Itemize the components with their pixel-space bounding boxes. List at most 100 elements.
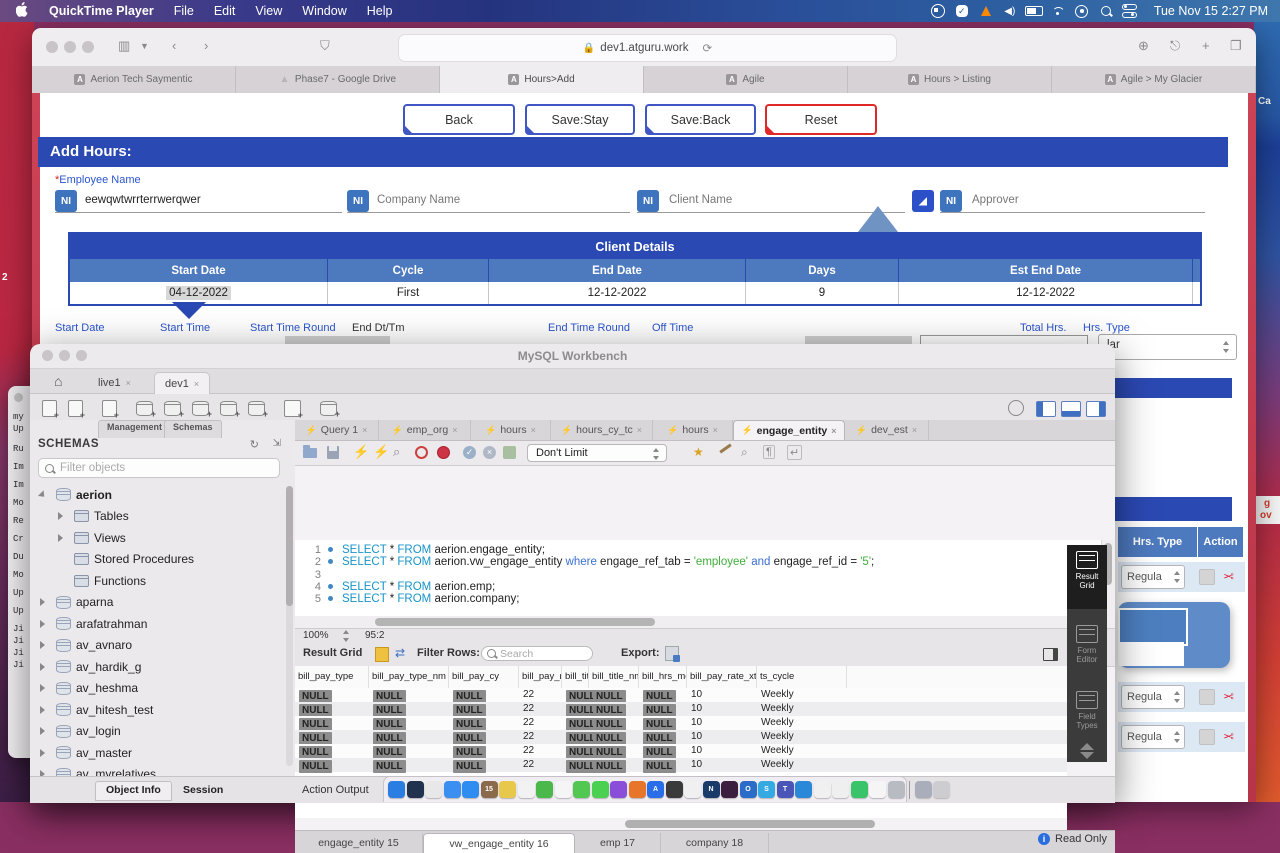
grid-hscrollbar[interactable]	[295, 818, 1067, 830]
panel-toggle-icon[interactable]	[1043, 648, 1058, 661]
dock-icon-photos[interactable]	[555, 781, 572, 798]
browser-tab-1[interactable]: AAerion Tech Saymentic	[32, 66, 236, 93]
chevron-closed-icon[interactable]	[40, 684, 45, 692]
sidebar-scrollbar-thumb[interactable]	[286, 486, 293, 606]
dock-icon-vlc[interactable]	[832, 781, 849, 798]
rollback-icon[interactable]: ×	[483, 446, 496, 459]
connection-tab-live1[interactable]: live1×	[88, 372, 141, 393]
close-icon[interactable]: ×	[194, 379, 199, 389]
chevron-closed-icon[interactable]	[40, 641, 45, 649]
side-tool-result-grid[interactable]: ResultGrid	[1067, 545, 1107, 609]
dock-icon-facetime[interactable]	[592, 781, 609, 798]
dock-icon-messages[interactable]	[573, 781, 590, 798]
result-tab-vw_engage_entity-16[interactable]: vw_engage_entity 16	[423, 833, 575, 853]
approver-dropdown-button[interactable]: ◢	[912, 190, 934, 212]
tab-session[interactable]: Session	[172, 781, 234, 801]
stop-on-error-icon[interactable]	[437, 446, 450, 459]
employee-input[interactable]: eewqwtwrrterrwerqwer	[85, 194, 201, 206]
dock-icon-trash[interactable]	[933, 781, 950, 798]
reload-icon[interactable]: ⟳	[703, 41, 713, 55]
chevron-closed-icon[interactable]	[58, 512, 63, 520]
grid-search-input[interactable]: Search	[481, 646, 593, 661]
save-stay-button[interactable]: Save:Stay	[525, 104, 635, 135]
schema-tree-item-av-heshma[interactable]: av_heshma	[30, 678, 280, 700]
query-tab-emp_org[interactable]: ⚡emp_org×	[379, 420, 471, 440]
result-tab-engage_entity-15[interactable]: engage_entity 15	[295, 833, 423, 853]
dock-icon-mail[interactable]	[462, 781, 479, 798]
create-function-icon[interactable]	[248, 401, 265, 416]
dock-icon-reminders[interactable]	[518, 781, 535, 798]
dock-icon-arc-browser[interactable]	[407, 781, 424, 798]
delete-scissors-icon[interactable]: ✂	[1223, 689, 1234, 705]
apple-menu[interactable]	[0, 2, 39, 20]
tab-overview-icon[interactable]: ❐	[1230, 38, 1242, 54]
chevron-down-icon[interactable]	[1080, 752, 1094, 759]
invisible-chars-icon[interactable]: ¶	[763, 445, 775, 459]
create-procedure-icon[interactable]	[220, 401, 237, 416]
dock-icon-safari[interactable]	[444, 781, 461, 798]
back-icon[interactable]: ‹	[172, 38, 176, 53]
grid-column-bill_pay_rate[interactable]: bill_pay_rate	[519, 666, 562, 688]
create-view-icon[interactable]	[192, 401, 209, 416]
control-center-icon[interactable]	[1118, 4, 1142, 18]
url-bar[interactable]: 🔒 dev1.atguru.work ⟳	[398, 34, 897, 62]
schema-tree-item-stored-procedures[interactable]: Stored Procedures	[30, 549, 280, 571]
download-icon[interactable]: ⊕	[1138, 38, 1149, 54]
sync-icon[interactable]	[320, 401, 337, 416]
dock-icon-slack[interactable]	[721, 781, 738, 798]
dock-icon-printer[interactable]	[888, 781, 905, 798]
result-tab-emp-17[interactable]: emp 17	[575, 833, 661, 853]
chevron-down-icon[interactable]: ▼	[140, 41, 149, 51]
chevron-closed-icon[interactable]	[40, 598, 45, 606]
wb-close-button[interactable]	[42, 350, 53, 361]
schema-tree-item-av-hitesh-test[interactable]: av_hitesh_test	[30, 699, 280, 721]
shield-icon[interactable]: ⛉	[320, 38, 330, 54]
grid-column-bill_pay_cy[interactable]: bill_pay_cy	[449, 666, 519, 688]
side-tool-field-types[interactable]: FieldTypes	[1067, 691, 1107, 730]
close-icon[interactable]: ×	[637, 425, 642, 435]
battery-icon[interactable]	[1022, 6, 1046, 16]
menu-app-name[interactable]: QuickTime Player	[39, 4, 164, 18]
grid-column-bill_pay_type_nm[interactable]: bill_pay_type_nm	[369, 666, 449, 688]
schema-tree-item-aparna[interactable]: aparna	[30, 592, 280, 614]
back-button[interactable]: Back	[403, 104, 515, 135]
approver-input[interactable]: Approver	[972, 194, 1019, 206]
delete-scissors-icon[interactable]: ✂	[1223, 729, 1234, 745]
close-icon[interactable]: ×	[713, 425, 718, 435]
dock-icon-docker[interactable]	[795, 781, 812, 798]
wb-zoom-button[interactable]	[76, 350, 87, 361]
schema-tree-item-views[interactable]: Views	[30, 527, 280, 549]
schema-tree-item-aerion[interactable]: aerion	[30, 484, 280, 506]
execute-icon[interactable]: ⚡	[353, 444, 369, 460]
save-icon[interactable]	[327, 446, 339, 459]
home-icon[interactable]: ⌂	[54, 373, 62, 389]
dock-icon-notification-app[interactable]	[629, 781, 646, 798]
search-icon[interactable]	[1094, 6, 1118, 16]
dock-icon-podcasts[interactable]	[610, 781, 627, 798]
grid-row[interactable]: NULLNULLNULL22NULLNULLNULL10Weekly	[295, 688, 1067, 702]
tab-object-info[interactable]: Object Info	[95, 781, 172, 801]
row-checkbox[interactable]	[1199, 689, 1215, 705]
window-close-button[interactable]	[46, 41, 58, 53]
stop-icon[interactable]	[415, 446, 428, 459]
grid-column-ts_cycle[interactable]: ts_cycle	[757, 666, 847, 688]
close-icon[interactable]: ×	[831, 426, 836, 436]
browser-tab-4[interactable]: AAgile	[644, 66, 848, 93]
dock-icon-photo-booth[interactable]	[666, 781, 683, 798]
close-icon[interactable]: ×	[912, 425, 917, 435]
client-input[interactable]: Client Name	[669, 194, 732, 206]
collapse-all-icon[interactable]: ⇲	[273, 438, 281, 449]
dock-icon-calendar[interactable]: 15	[481, 781, 498, 798]
dock-icon-system-app[interactable]	[536, 781, 553, 798]
dock-icon-teams[interactable]: T	[777, 781, 794, 798]
dock-icon-outlook[interactable]: O	[740, 781, 757, 798]
dock-icon-xcode[interactable]	[851, 781, 868, 798]
save-snippet-icon[interactable]: ★	[693, 445, 704, 459]
share-icon[interactable]: ⎋	[1170, 38, 1180, 54]
schema-tree-item-av-login[interactable]: av_login	[30, 721, 280, 743]
menu-item-window[interactable]: Window	[292, 4, 356, 18]
query-tab-hours[interactable]: ⚡hours×	[471, 420, 551, 440]
wrap-text-icon[interactable]: ↵	[787, 445, 802, 460]
grid-row[interactable]: NULLNULLNULL22NULLNULLNULL10Weekly	[295, 702, 1067, 716]
save-back-button[interactable]: Save:Back	[645, 104, 756, 135]
